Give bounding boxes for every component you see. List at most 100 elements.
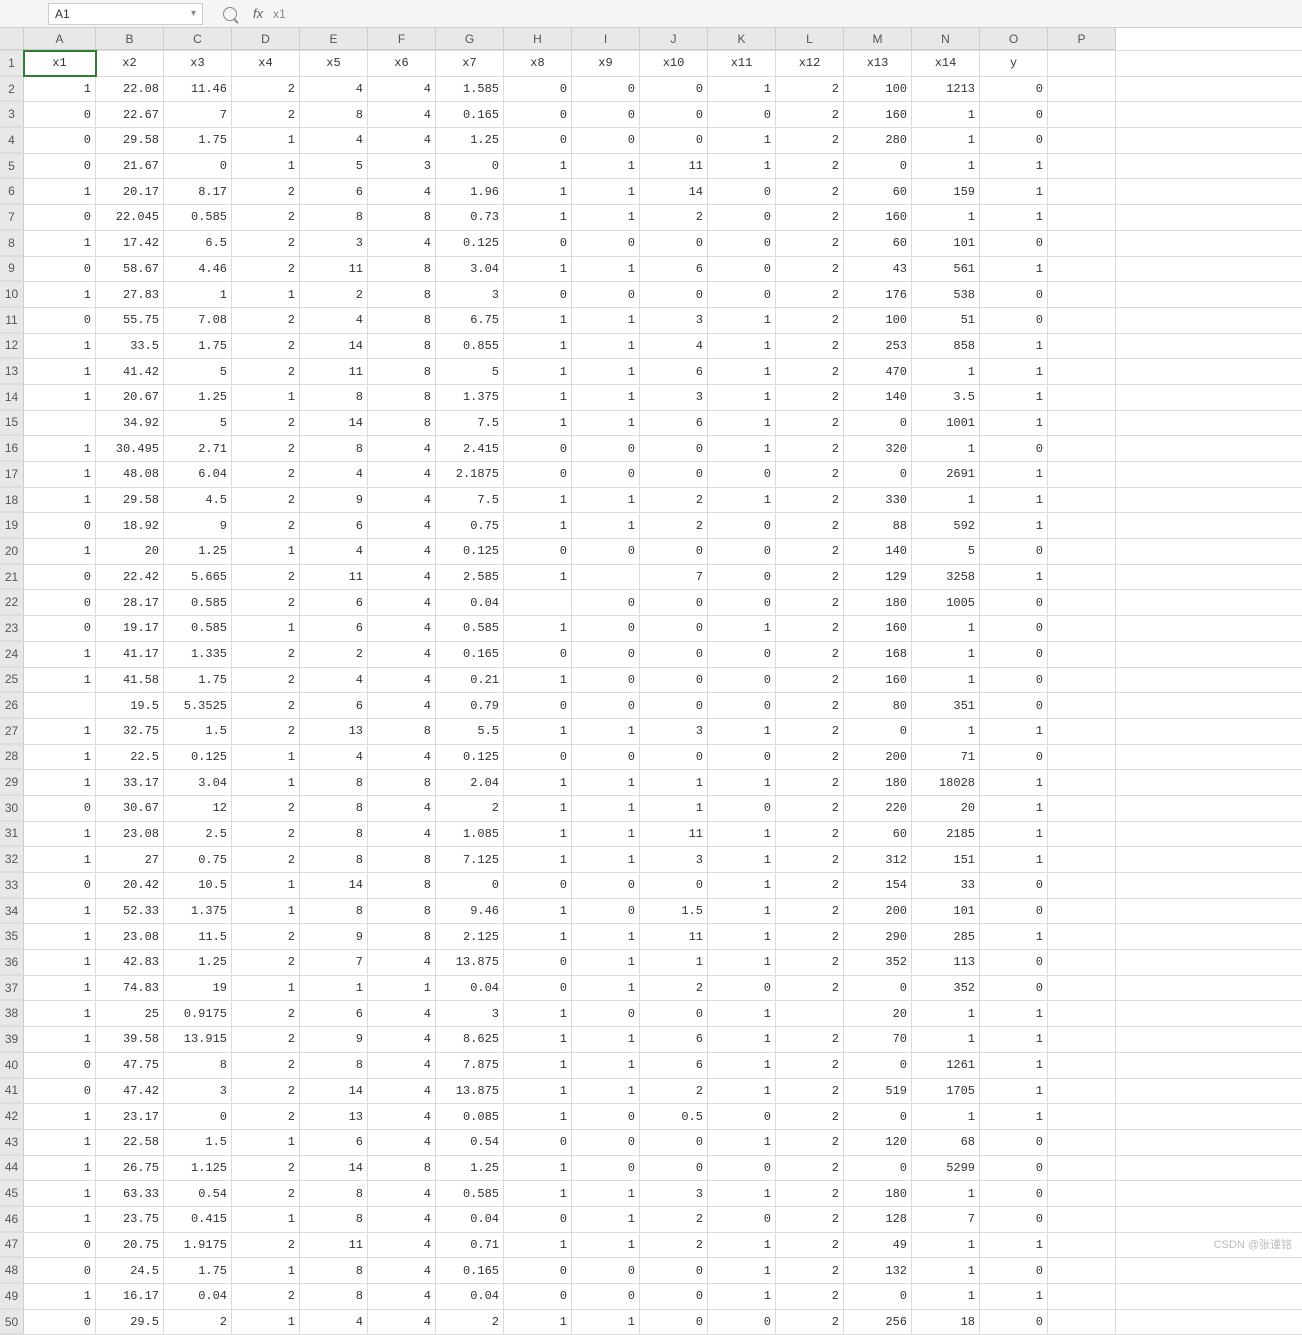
cell[interactable]: 1 (708, 359, 776, 384)
cell[interactable]: 1 (980, 1001, 1048, 1026)
cell[interactable]: 0.9175 (164, 1001, 232, 1026)
cell[interactable]: 1.9175 (164, 1233, 232, 1258)
cell[interactable]: 0 (708, 668, 776, 693)
cell[interactable]: 0 (504, 642, 572, 667)
cell[interactable]: 2 (232, 1001, 300, 1026)
cell[interactable]: 20 (844, 1001, 912, 1026)
cell[interactable]: 0.855 (436, 334, 504, 359)
cell[interactable]: 0 (504, 539, 572, 564)
cell[interactable]: 2 (300, 642, 368, 667)
cell[interactable]: 1 (708, 488, 776, 513)
cell[interactable]: 1 (912, 205, 980, 230)
cell[interactable]: 0 (844, 1284, 912, 1309)
cell[interactable] (1048, 1258, 1116, 1283)
cell[interactable]: 2 (776, 822, 844, 847)
cell[interactable]: x7 (436, 51, 504, 76)
cell[interactable]: 6 (640, 411, 708, 436)
cell[interactable]: 42.83 (96, 950, 164, 975)
cell[interactable] (1048, 179, 1116, 204)
cell[interactable]: 13.875 (436, 1079, 504, 1104)
cell[interactable]: 1 (504, 1001, 572, 1026)
cell[interactable]: 290 (844, 924, 912, 949)
cell[interactable]: 0 (640, 1001, 708, 1026)
cell[interactable]: 2 (640, 513, 708, 538)
cell[interactable]: 41.17 (96, 642, 164, 667)
row-header-27[interactable]: 27 (0, 719, 24, 744)
cell[interactable]: 1 (708, 1027, 776, 1052)
cell[interactable]: 1 (980, 257, 1048, 282)
cell[interactable]: 0 (844, 1104, 912, 1129)
cell[interactable]: 1705 (912, 1079, 980, 1104)
cell[interactable]: 52.33 (96, 899, 164, 924)
cell[interactable]: 4 (300, 1310, 368, 1335)
column-header-J[interactable]: J (640, 28, 708, 50)
cell[interactable]: 8.625 (436, 1027, 504, 1052)
cell[interactable]: 2 (232, 179, 300, 204)
cell[interactable]: 1 (572, 924, 640, 949)
cell[interactable]: 0 (436, 873, 504, 898)
cell[interactable]: 2 (232, 1233, 300, 1258)
cell[interactable]: 2.04 (436, 770, 504, 795)
cell[interactable]: 2 (776, 154, 844, 179)
cell[interactable] (1048, 745, 1116, 770)
cell[interactable]: 2 (776, 1027, 844, 1052)
cell[interactable]: 2 (232, 436, 300, 461)
select-all-corner[interactable] (0, 28, 24, 50)
cell[interactable]: 0 (572, 1130, 640, 1155)
cell[interactable] (1048, 976, 1116, 1001)
cell[interactable]: 160 (844, 205, 912, 230)
cell[interactable]: 176 (844, 282, 912, 307)
cell[interactable]: 2 (640, 1079, 708, 1104)
cell[interactable]: 0.165 (436, 1258, 504, 1283)
column-header-F[interactable]: F (368, 28, 436, 50)
cell[interactable]: x12 (776, 51, 844, 76)
cell[interactable]: 11 (640, 154, 708, 179)
cell[interactable]: 32.75 (96, 719, 164, 744)
cell[interactable]: 1 (24, 385, 96, 410)
cell[interactable]: 0 (504, 1130, 572, 1155)
cell[interactable]: 0 (640, 616, 708, 641)
cell[interactable]: 0 (980, 668, 1048, 693)
cell[interactable]: 330 (844, 488, 912, 513)
cell[interactable]: 1 (912, 1181, 980, 1206)
row-header-37[interactable]: 37 (0, 976, 24, 1001)
cell[interactable] (1048, 1233, 1116, 1258)
cell[interactable]: 2 (776, 847, 844, 872)
cell[interactable]: 1 (980, 1079, 1048, 1104)
cell[interactable]: 4 (368, 462, 436, 487)
cell[interactable]: 4 (368, 822, 436, 847)
cell[interactable]: 0 (640, 1258, 708, 1283)
cell[interactable]: 2 (776, 1079, 844, 1104)
cell[interactable]: 2.71 (164, 436, 232, 461)
cell[interactable]: 1 (980, 770, 1048, 795)
cell[interactable]: 2 (232, 257, 300, 282)
cell[interactable]: 6 (300, 1130, 368, 1155)
cell[interactable] (1048, 770, 1116, 795)
row-header-32[interactable]: 32 (0, 847, 24, 872)
row-header-24[interactable]: 24 (0, 642, 24, 667)
cell[interactable]: 0 (708, 462, 776, 487)
cell[interactable] (1048, 616, 1116, 641)
cell[interactable] (1048, 282, 1116, 307)
cell[interactable]: 113 (912, 950, 980, 975)
cell[interactable]: 1 (912, 1258, 980, 1283)
cell[interactable]: 2 (776, 770, 844, 795)
cell[interactable]: 22.67 (96, 102, 164, 127)
column-header-H[interactable]: H (504, 28, 572, 50)
cell[interactable]: 0 (572, 590, 640, 615)
cell[interactable] (1048, 565, 1116, 590)
cell[interactable]: 1 (980, 334, 1048, 359)
cell[interactable]: 0 (24, 590, 96, 615)
cell[interactable]: 0 (504, 693, 572, 718)
cell[interactable]: 0.73 (436, 205, 504, 230)
cell[interactable]: 3258 (912, 565, 980, 590)
cell[interactable] (1048, 899, 1116, 924)
row-header-43[interactable]: 43 (0, 1130, 24, 1155)
cell[interactable]: 0 (708, 257, 776, 282)
cell[interactable]: 0.125 (436, 539, 504, 564)
cell[interactable]: 1 (504, 1053, 572, 1078)
cell[interactable]: 4 (368, 1001, 436, 1026)
cell[interactable]: 1.085 (436, 822, 504, 847)
cell[interactable]: 160 (844, 616, 912, 641)
cell[interactable]: 0 (640, 1130, 708, 1155)
